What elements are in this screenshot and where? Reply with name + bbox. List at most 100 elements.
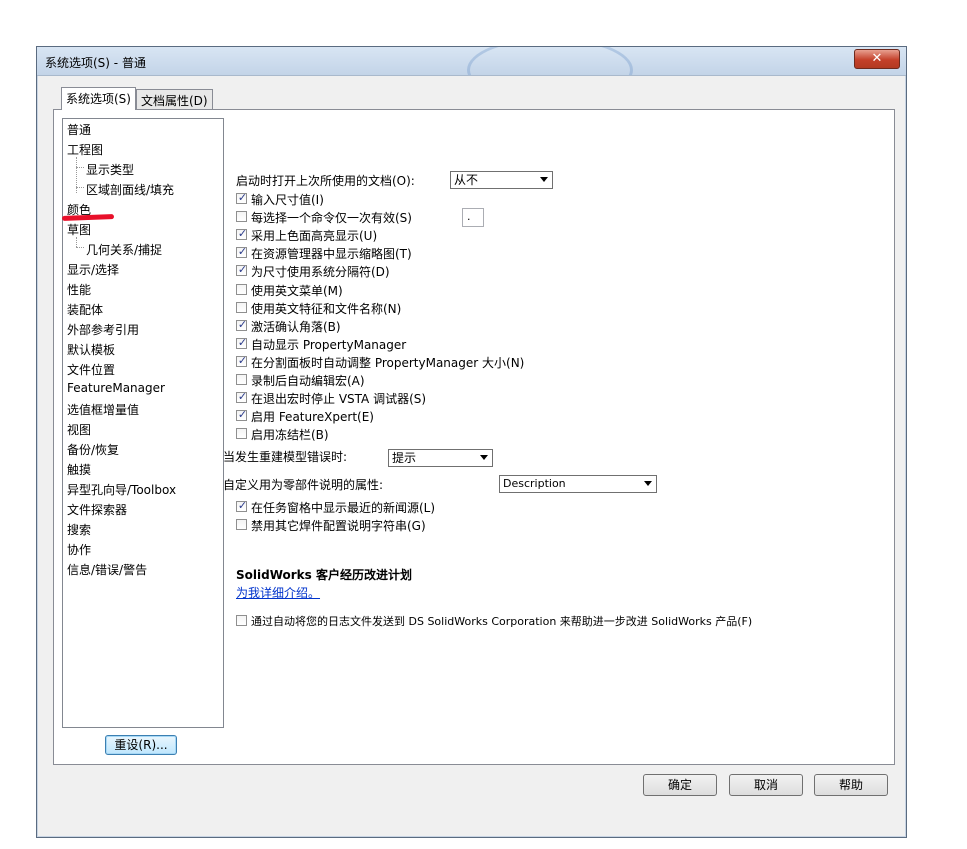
tree-item-sketch[interactable]: 草图 bbox=[67, 221, 91, 238]
ok-button[interactable]: 确定 bbox=[643, 774, 717, 796]
window-title: 系统选项(S) - 普通 bbox=[45, 56, 146, 70]
option2-checkbox-label: 禁用其它焊件配置说明字符串(G) bbox=[251, 519, 426, 533]
tree-item-search[interactable]: 搜索 bbox=[67, 521, 91, 538]
tree-item-messages-errors-warnings[interactable]: 信息/错误/警告 bbox=[67, 561, 147, 578]
tree-item-colors[interactable]: 颜色 bbox=[61, 201, 115, 221]
tree-item-featuremanager[interactable]: FeatureManager bbox=[67, 381, 165, 395]
option-checkbox-label: 输入尺寸值(I) bbox=[251, 193, 324, 207]
tree-item-area-hatch[interactable]: 区域剖面线/填充 bbox=[86, 181, 174, 198]
tree-item-general[interactable]: 普通 bbox=[67, 121, 91, 138]
checkmark-icon: ✓ bbox=[237, 317, 248, 331]
option-checkbox[interactable] bbox=[236, 374, 247, 385]
separator-input[interactable]: . bbox=[462, 208, 484, 227]
rebuild-error-value: 提示 bbox=[392, 451, 417, 465]
option-checkbox[interactable] bbox=[236, 283, 247, 295]
option-checkbox[interactable]: ✓ bbox=[236, 353, 248, 367]
checkmark-icon: ✓ bbox=[237, 227, 248, 241]
open-last-doc-value: 从不 bbox=[454, 173, 479, 187]
rebuild-error-select[interactable]: 提示 bbox=[388, 449, 493, 467]
checkmark-icon: ✓ bbox=[237, 408, 248, 422]
option2-checkbox[interactable] bbox=[236, 519, 247, 530]
tab-system-options[interactable]: 系统选项(S) bbox=[61, 87, 136, 110]
option-checkbox-label: 使用英文菜单(M) bbox=[251, 283, 343, 298]
option-checkbox-label: 启用冻结栏(B) bbox=[251, 428, 329, 443]
option-checkbox[interactable]: ✓ bbox=[236, 263, 248, 277]
option-checkbox-label: 每选择一个命令仅一次有效(S) bbox=[251, 211, 412, 226]
tree-item-performance[interactable]: 性能 bbox=[67, 281, 91, 298]
tree-item-spin-box-increments[interactable]: 选值框增量值 bbox=[67, 401, 139, 418]
tree-item-file-locations[interactable]: 文件位置 bbox=[67, 361, 115, 378]
open-last-doc-label: 启动时打开上次所使用的文档(O): bbox=[236, 174, 415, 188]
option-checkbox[interactable]: ✓ bbox=[236, 408, 248, 422]
tree-item-backup-recover[interactable]: 备份/恢复 bbox=[67, 441, 119, 458]
red-annotation-mark bbox=[61, 214, 115, 221]
option-checkbox[interactable]: ✓ bbox=[236, 245, 248, 259]
option-checkbox[interactable]: ✓ bbox=[236, 191, 248, 204]
option-checkbox[interactable]: ✓ bbox=[236, 317, 248, 331]
checkmark-icon: ✓ bbox=[237, 390, 248, 404]
tree-connector bbox=[76, 167, 84, 168]
checkmark-icon: ✓ bbox=[237, 335, 248, 349]
title-bar[interactable]: 系统选项(S) - 普通 ✕ bbox=[37, 47, 906, 76]
chevron-down-icon bbox=[540, 177, 548, 182]
checkmark-icon: ✓ bbox=[237, 245, 248, 259]
checkmark-icon: ✓ bbox=[237, 499, 248, 512]
tree-item-external-references[interactable]: 外部参考引用 bbox=[67, 321, 139, 338]
option-checkbox-label: 采用上色面高亮显示(U) bbox=[251, 229, 378, 244]
option-checkbox[interactable]: ✓ bbox=[236, 227, 248, 241]
help-button[interactable]: 帮助 bbox=[814, 774, 888, 796]
option-checkbox-label: 使用英文特征和文件名称(N) bbox=[251, 301, 402, 316]
tree-connector bbox=[76, 187, 84, 188]
option-checkbox-label: 自动显示 PropertyManager bbox=[251, 337, 407, 352]
tree-connector bbox=[76, 237, 77, 247]
chevron-down-icon bbox=[480, 455, 488, 460]
custom-property-label: 自定义用为零部件说明的属性: bbox=[223, 478, 384, 492]
option-checkbox-label: 为尺寸使用系统分隔符(D) bbox=[251, 265, 390, 280]
tree-item-display-type[interactable]: 显示类型 bbox=[86, 161, 134, 178]
option-checkbox[interactable] bbox=[236, 428, 247, 440]
ceip-checkbox[interactable] bbox=[236, 615, 247, 626]
tree-item-assemblies[interactable]: 装配体 bbox=[67, 301, 103, 318]
option-checkbox[interactable] bbox=[236, 211, 247, 223]
option-checkbox-label: 启用 FeatureXpert(E) bbox=[251, 410, 374, 425]
ceip-heading: SolidWorks 客户经历改进计划 bbox=[236, 568, 412, 582]
options-tree[interactable]: 普通 工程图 显示类型 区域剖面线/填充 颜色 草图 几何关系/捕捉 显示/选择… bbox=[61, 118, 224, 728]
checkmark-icon: ✓ bbox=[237, 263, 248, 277]
rebuild-error-label: 当发生重建模型错误时: bbox=[223, 450, 348, 464]
option-checkbox[interactable]: ✓ bbox=[236, 335, 248, 349]
ceip-learn-more-link[interactable]: 为我详细介绍。 bbox=[236, 584, 320, 601]
tree-item-hole-wizard-toolbox[interactable]: 异型孔向导/Toolbox bbox=[67, 481, 176, 498]
option2-checkbox[interactable]: ✓ bbox=[236, 499, 248, 512]
option-checkbox[interactable]: ✓ bbox=[236, 390, 248, 404]
option-checkbox-label: 激活确认角落(B) bbox=[251, 319, 341, 334]
option2-checkbox-label: 在任务窗格中显示最近的新闻源(L) bbox=[251, 501, 436, 515]
option-checkbox-label: 录制后自动编辑宏(A) bbox=[251, 374, 365, 388]
tree-item-collaboration[interactable]: 协作 bbox=[67, 541, 91, 558]
custom-property-select[interactable]: Description bbox=[499, 475, 657, 493]
option-checkbox[interactable] bbox=[236, 301, 247, 313]
reset-button[interactable]: 重设(R)... bbox=[105, 735, 177, 755]
chevron-down-icon bbox=[644, 481, 652, 486]
option-checkbox-label: 在分割面板时自动调整 PropertyManager 大小(N) bbox=[251, 355, 525, 370]
open-last-doc-select[interactable]: 从不 bbox=[450, 171, 553, 189]
tree-item-view[interactable]: 视图 bbox=[67, 421, 91, 438]
option-checkbox-label: 在退出宏时停止 VSTA 调试器(S) bbox=[251, 392, 427, 407]
ceip-checkbox-label: 通过自动将您的日志文件发送到 DS SolidWorks Corporation… bbox=[251, 615, 753, 628]
close-icon[interactable]: ✕ bbox=[854, 49, 900, 69]
tree-item-file-explorer[interactable]: 文件探索器 bbox=[67, 501, 127, 518]
options-panel: 普通 工程图 显示类型 区域剖面线/填充 颜色 草图 几何关系/捕捉 显示/选择… bbox=[53, 109, 895, 765]
tree-item-relations-snaps[interactable]: 几何关系/捕捉 bbox=[86, 241, 162, 258]
checkmark-icon: ✓ bbox=[237, 353, 248, 367]
custom-property-value: Description bbox=[503, 477, 566, 490]
cancel-button[interactable]: 取消 bbox=[729, 774, 803, 796]
tree-item-touch[interactable]: 触摸 bbox=[67, 461, 91, 478]
system-options-dialog: 系统选项(S) - 普通 ✕ 系统选项(S) 文档属性(D) 普通 工程图 显示… bbox=[36, 46, 907, 838]
checkmark-icon: ✓ bbox=[237, 191, 248, 204]
tree-item-drawings[interactable]: 工程图 bbox=[67, 141, 103, 158]
tree-item-display-selection[interactable]: 显示/选择 bbox=[67, 261, 119, 278]
title-decoration bbox=[467, 47, 633, 75]
option-checkbox-label: 在资源管理器中显示缩略图(T) bbox=[251, 247, 412, 262]
tree-item-default-templates[interactable]: 默认模板 bbox=[67, 341, 115, 358]
tree-connector bbox=[76, 247, 84, 248]
tab-document-properties[interactable]: 文档属性(D) bbox=[136, 89, 213, 109]
